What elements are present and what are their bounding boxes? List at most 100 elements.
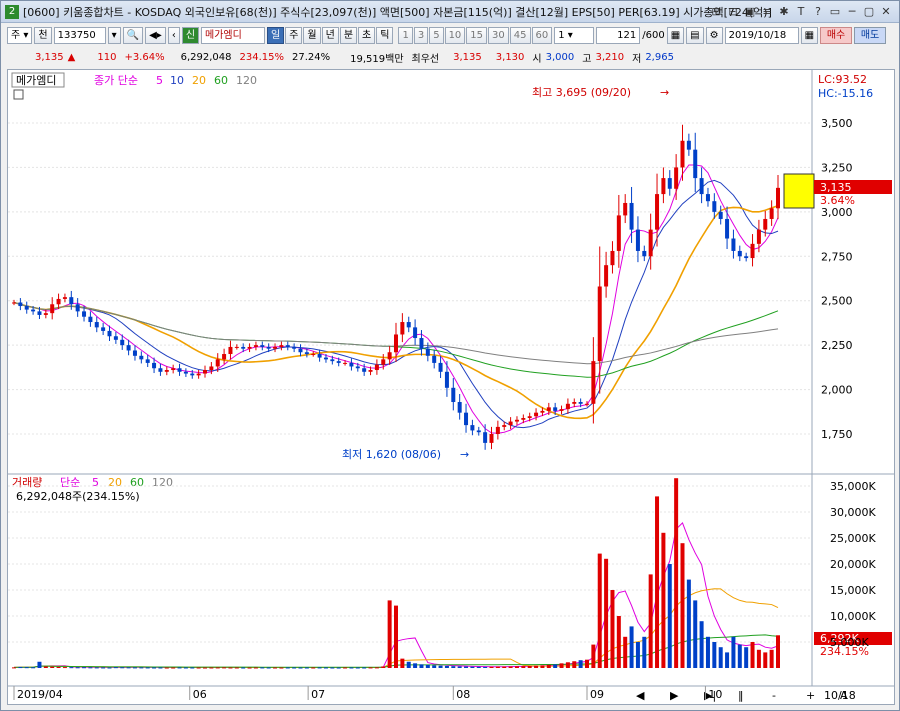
candle-body xyxy=(171,368,176,371)
volume-bar xyxy=(349,667,354,669)
volume-bar xyxy=(126,667,131,669)
candle-body xyxy=(737,250,742,257)
volume-bar xyxy=(572,661,577,668)
volume-bar xyxy=(655,496,660,668)
price-tick-label: 1,750 xyxy=(821,428,853,441)
price-tick-label: 2,000 xyxy=(821,384,853,397)
period-tab-6[interactable]: 틱 xyxy=(376,26,394,44)
volume-bar xyxy=(152,667,157,669)
volume-bar xyxy=(279,667,284,669)
prev-stock-button[interactable]: ‹ xyxy=(167,26,180,44)
candle-body xyxy=(489,434,494,443)
candle-body xyxy=(699,178,704,195)
chart-area[interactable]: 메가엠디 종가 단순 5 10 20 60 120 LC:93.52 HC:-1… xyxy=(7,69,895,705)
titlebar-icon-0[interactable]: ⊞ xyxy=(709,4,723,19)
buy-button[interactable]: 매수 xyxy=(820,26,853,44)
titlebar-icon-1[interactable]: ⊟ xyxy=(726,4,740,19)
titlebar-icon-3[interactable]: ≡ xyxy=(760,4,774,19)
period-tab-5[interactable]: 초 xyxy=(358,26,376,44)
candle-body xyxy=(725,218,730,239)
high-label: 고 xyxy=(582,53,592,65)
candle-body xyxy=(260,345,265,347)
volume-bar xyxy=(374,667,379,669)
axis-control-0[interactable]: ◀ xyxy=(636,689,645,702)
sell-button[interactable]: 매도 xyxy=(854,26,887,44)
chart-settings-icon[interactable]: ▦ xyxy=(666,26,685,44)
gear-icon[interactable]: ⚙ xyxy=(705,26,723,44)
volume-bar xyxy=(756,649,761,668)
titlebar-icon-4[interactable]: ✱ xyxy=(777,4,791,19)
volume-bar xyxy=(56,666,61,668)
date-field[interactable]: 2019/10/18 xyxy=(724,26,799,44)
interval-button-5[interactable]: 5 xyxy=(429,26,444,44)
axis-control-5[interactable]: + xyxy=(806,689,815,702)
interval-button-15[interactable]: 15 xyxy=(466,26,488,44)
speaker-icon[interactable]: ◀▸ xyxy=(145,26,166,44)
titlebar-icon-8[interactable]: ─ xyxy=(845,4,859,19)
interval-button-1[interactable]: 1 xyxy=(398,26,413,44)
period-tab-2[interactable]: 월 xyxy=(303,26,321,44)
titlebar-icon-9[interactable]: ▢ xyxy=(862,4,876,19)
candle-body xyxy=(718,211,723,219)
axis-control-1[interactable]: ▶ xyxy=(670,689,679,702)
candle-body xyxy=(572,402,577,404)
axis-control-4[interactable]: - xyxy=(772,689,776,702)
candle-body xyxy=(705,194,710,202)
stock-code-input[interactable]: 133750 xyxy=(53,26,106,44)
candle-body xyxy=(12,302,16,304)
interval-button-60[interactable]: 60 xyxy=(531,26,553,44)
interval-button-3[interactable]: 3 xyxy=(413,26,429,44)
candle-body xyxy=(667,178,672,189)
stock-name-field[interactable]: 메가엠디 xyxy=(201,26,266,44)
candle-body xyxy=(355,366,360,369)
volume-bar xyxy=(285,667,290,669)
period-tab-4[interactable]: 분 xyxy=(339,26,358,44)
titlebar-icon-5[interactable]: T xyxy=(794,4,808,19)
candle-body xyxy=(585,403,589,405)
search-icon[interactable]: 🔍 xyxy=(122,26,144,44)
candle-body xyxy=(413,327,418,339)
chart-canvas[interactable]: 메가엠디 종가 단순 5 10 20 60 120 LC:93.52 HC:-1… xyxy=(8,70,894,704)
candle-body xyxy=(126,345,131,351)
view-count-input[interactable]: 121 xyxy=(596,26,641,44)
market-select[interactable]: 주 ▾ xyxy=(7,26,33,44)
volume-bar xyxy=(158,667,163,669)
interval-button-30[interactable]: 30 xyxy=(488,26,509,44)
count-select[interactable]: 1 ▾ xyxy=(554,26,595,44)
candle-body xyxy=(113,336,118,340)
candle-body xyxy=(444,371,449,388)
volume-bar xyxy=(419,664,424,668)
volume-bar xyxy=(94,667,99,669)
code-dropdown-button[interactable]: ▾ xyxy=(107,26,121,44)
period-tab-0[interactable]: 일 xyxy=(267,26,285,44)
candle-body xyxy=(776,187,780,209)
candle-body xyxy=(527,416,532,419)
interval-button-10[interactable]: 10 xyxy=(444,26,466,44)
titlebar-icon-6[interactable]: ? xyxy=(811,4,825,19)
volume-bar xyxy=(247,667,252,669)
volume-bar xyxy=(234,667,239,669)
period-tab-1[interactable]: 주 xyxy=(285,26,303,44)
volume-bar xyxy=(215,667,220,669)
axis-control-6[interactable]: A xyxy=(840,689,848,702)
titlebar-icon-7[interactable]: ▭ xyxy=(828,4,842,19)
titlebar-icon-2[interactable]: ▣ xyxy=(743,4,757,19)
interval-button-45[interactable]: 45 xyxy=(509,26,531,44)
chart-type-button[interactable]: 천 xyxy=(34,26,52,44)
axis-control-3[interactable]: ‖ xyxy=(738,689,744,702)
candle-body xyxy=(107,330,112,337)
candle-body xyxy=(750,243,755,259)
candle-body xyxy=(680,140,685,168)
period-tab-3[interactable]: 년 xyxy=(321,26,339,44)
volume-bar xyxy=(744,647,749,668)
candle-body xyxy=(279,345,284,347)
x-axis-label: 09 xyxy=(590,688,604,701)
candle-body xyxy=(744,256,749,259)
low-arrow-icon: → xyxy=(460,448,469,461)
calendar-icon[interactable]: ▦ xyxy=(800,26,819,44)
volume-tick-label: 15,000K xyxy=(830,584,876,597)
save-icon[interactable]: ▤ xyxy=(686,26,704,44)
volume-bar xyxy=(330,667,335,669)
titlebar-icon-10[interactable]: ✕ xyxy=(879,4,893,19)
volume-bar xyxy=(37,661,42,668)
